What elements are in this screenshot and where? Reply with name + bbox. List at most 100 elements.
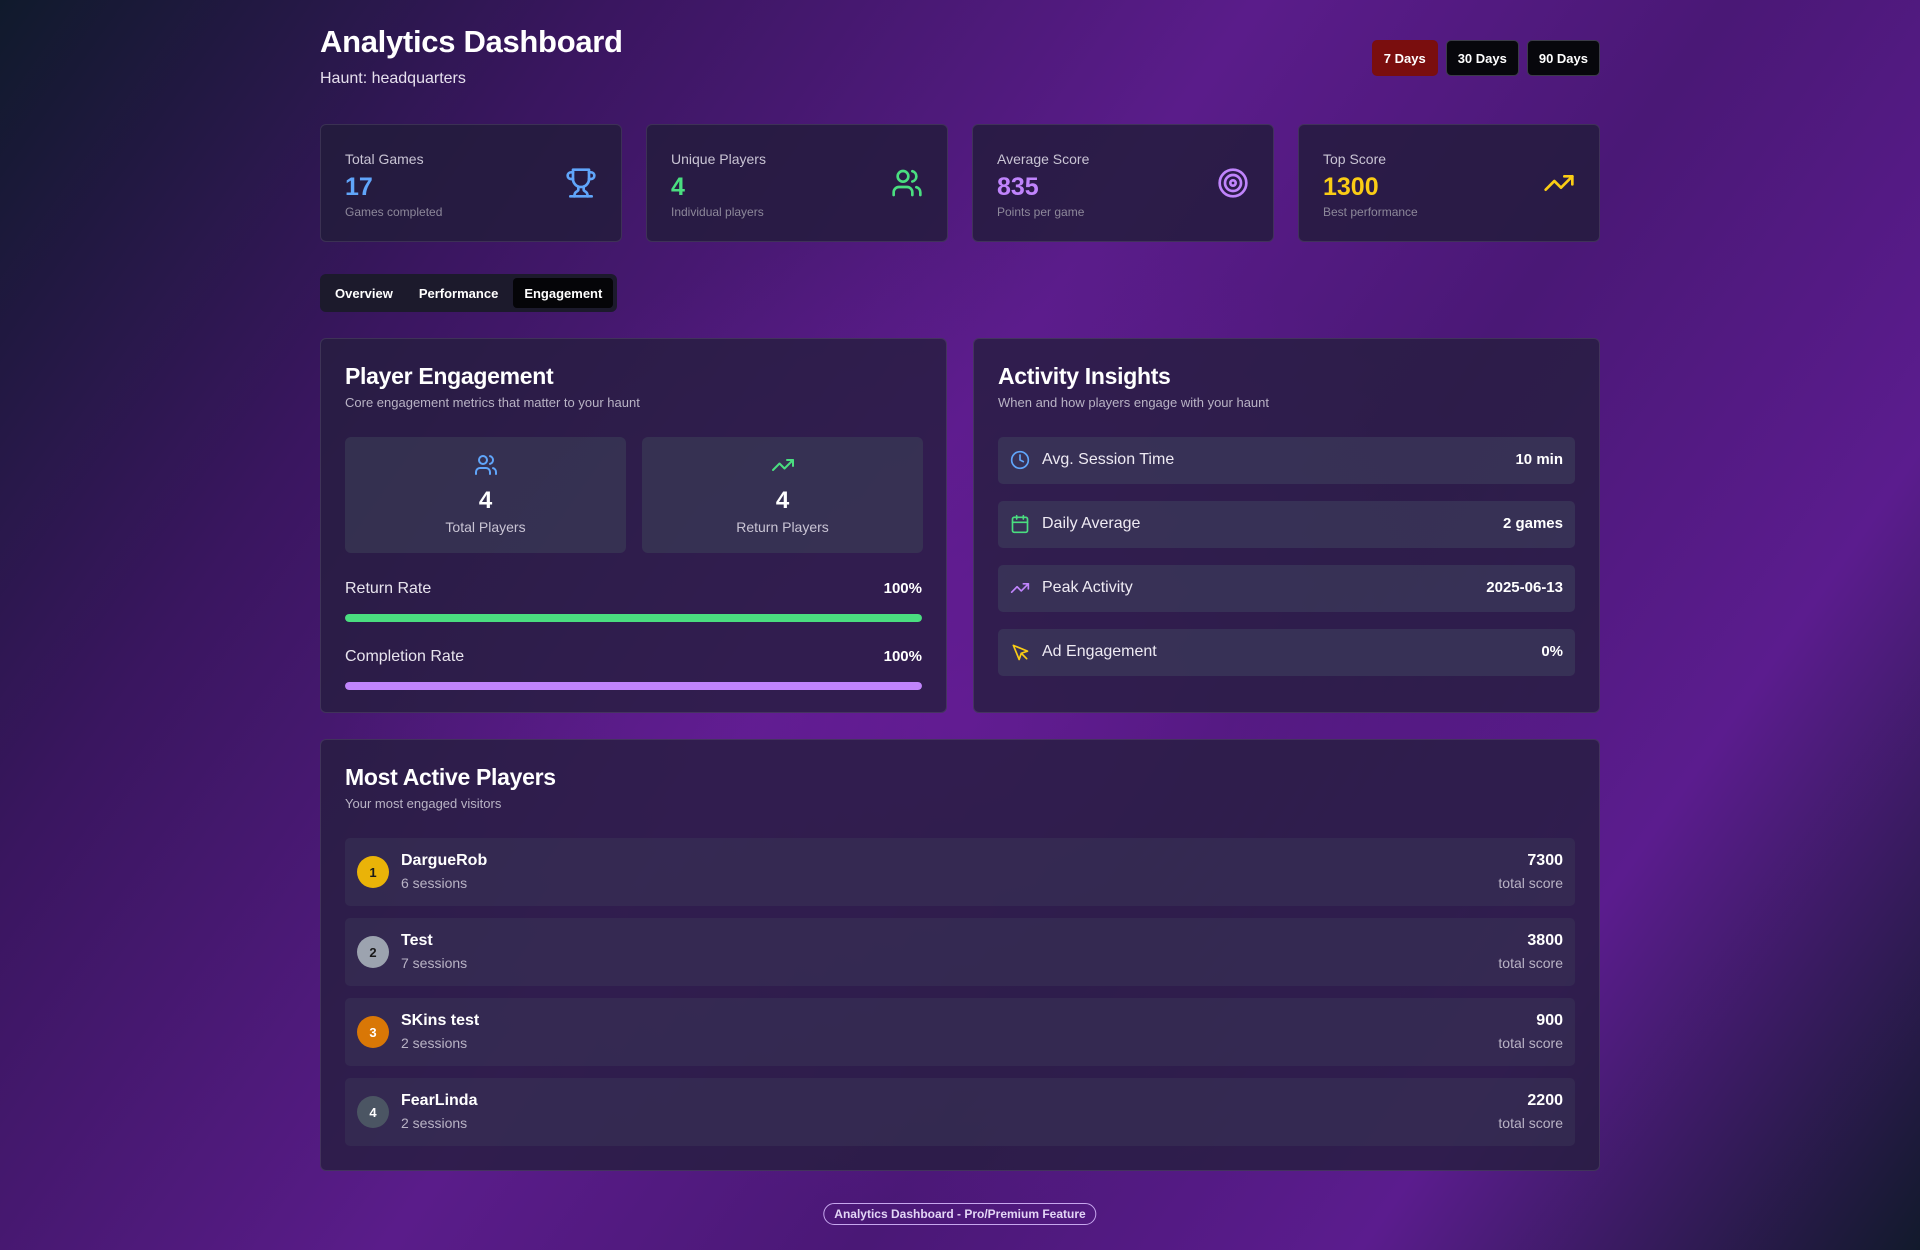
clock-icon [1010,450,1030,470]
rank-badge: 4 [357,1096,389,1128]
player-score: 7300 [1527,852,1563,869]
total-players-label: Total Players [445,519,526,535]
insight-label: Ad Engagement [1042,643,1157,660]
tab-list: Overview Performance Engagement [320,274,618,312]
cursor-click-icon [1012,644,1029,661]
stat-subtext: Individual players [671,205,764,219]
player-score-label: total score [1498,955,1563,971]
completion-rate-bar [345,682,922,690]
users-icon [474,455,497,475]
insight-label: Daily Average [1042,515,1141,532]
return-rate-bar-fill [345,614,922,622]
panel-description: Core engagement metrics that matter to y… [345,395,640,410]
return-players-value: 4 [775,487,790,514]
stat-cards: Total Games 17 Games completed Unique Pl… [320,124,1600,242]
stat-subtext: Games completed [345,205,443,219]
insight-value: 2025-06-13 [1486,579,1563,596]
stat-value: 835 [997,173,1039,201]
player-sessions: 2 sessions [401,1115,468,1131]
return-rate-label: Return Rate [345,580,432,597]
insight-peak-activity: Peak Activity 2025-06-13 [998,565,1575,612]
player-score: 900 [1536,1012,1563,1029]
total-players-card: 4 Total Players [345,437,626,553]
dashboard: Analytics Dashboard Haunt: headquarters … [320,0,1600,1171]
engagement-row: Player Engagement Core engagement metric… [320,338,1600,713]
stat-value: 4 [671,173,685,201]
return-rate-value: 100% [883,580,922,597]
player-score: 3800 [1527,932,1563,949]
player-score: 2200 [1527,1092,1563,1109]
stat-subtext: Points per game [997,205,1085,219]
insight-avg-session-time: Avg. Session Time 10 min [998,437,1575,484]
total-players-value: 4 [478,487,493,514]
stat-label: Unique Players [671,151,766,167]
player-name: SKins test [401,1012,480,1029]
rank-badge: 1 [357,856,389,888]
stat-card-unique-players: Unique Players 4 Individual players [646,124,948,242]
player-name: Test [401,932,433,949]
insight-label: Avg. Session Time [1042,451,1175,468]
trending-up-icon [1010,583,1030,593]
return-players-card: 4 Return Players [642,437,923,553]
premium-feature-badge: Analytics Dashboard - Pro/Premium Featur… [823,1203,1097,1225]
completion-rate-label: Completion Rate [345,648,465,665]
player-sessions: 6 sessions [401,875,468,891]
trophy-icon [566,168,596,198]
player-name: DargueRob [401,852,488,869]
player-score-label: total score [1498,875,1563,891]
panel-title: Activity Insights [998,363,1171,389]
page-title: Analytics Dashboard [320,24,623,59]
date-range-selector: 7 Days 30 Days 90 Days [1371,40,1600,76]
insight-label: Peak Activity [1042,579,1133,596]
calendar-icon [1011,514,1029,534]
return-rate-bar [345,614,922,622]
player-score-label: total score [1498,1115,1563,1131]
player-row[interactable]: 4 FearLinda 2 sessions 2200 total score [345,1078,1575,1146]
return-players-label: Return Players [736,519,829,535]
header: Analytics Dashboard Haunt: headquarters … [320,0,1600,124]
player-sessions: 7 sessions [401,955,468,971]
most-active-players-panel: Most Active Players Your most engaged vi… [320,739,1600,1171]
tab-engagement[interactable]: Engagement [513,278,614,308]
range-30-days-button[interactable]: 30 Days [1445,40,1519,76]
player-sessions: 2 sessions [401,1035,468,1051]
player-score-label: total score [1498,1035,1563,1051]
users-icon [892,169,922,197]
stat-label: Average Score [997,151,1090,167]
tab-performance[interactable]: Performance [408,278,509,308]
stat-subtext: Best performance [1323,205,1418,219]
player-name: FearLinda [401,1092,478,1109]
stat-card-average-score: Average Score 835 Points per game [972,124,1274,242]
tab-overview[interactable]: Overview [324,278,404,308]
trending-up-icon [1544,175,1574,191]
activity-insights-panel: Activity Insights When and how players e… [973,338,1600,713]
insight-ad-engagement: Ad Engagement 0% [998,629,1575,676]
trending-up-icon [771,459,794,471]
stat-card-total-games: Total Games 17 Games completed [320,124,622,242]
rank-badge: 3 [357,1016,389,1048]
completion-rate-value: 100% [883,648,922,665]
stat-value: 1300 [1323,173,1379,201]
panel-description: Your most engaged visitors [345,796,502,811]
range-7-days-button[interactable]: 7 Days [1371,40,1438,76]
insight-daily-average: Daily Average 2 games [998,501,1575,548]
stat-label: Total Games [345,151,424,167]
haunt-subtitle: Haunt: headquarters [320,70,466,87]
stat-label: Top Score [1323,151,1387,167]
rank-badge: 2 [357,936,389,968]
stat-value: 17 [345,173,373,201]
player-row[interactable]: 2 Test 7 sessions 3800 total score [345,918,1575,986]
range-90-days-button[interactable]: 90 Days [1526,40,1600,76]
insight-value: 0% [1541,643,1563,660]
panel-title: Most Active Players [345,764,556,790]
player-row[interactable]: 1 DargueRob 6 sessions 7300 total score [345,838,1575,906]
player-engagement-panel: Player Engagement Core engagement metric… [320,338,947,713]
target-icon [1218,168,1248,198]
panel-title: Player Engagement [345,363,554,389]
completion-rate-bar-fill [345,682,922,690]
stat-card-top-score: Top Score 1300 Best performance [1298,124,1600,242]
player-row[interactable]: 3 SKins test 2 sessions 900 total score [345,998,1575,1066]
panel-description: When and how players engage with your ha… [998,395,1270,410]
insight-value: 10 min [1515,451,1563,468]
insight-value: 2 games [1502,515,1563,532]
